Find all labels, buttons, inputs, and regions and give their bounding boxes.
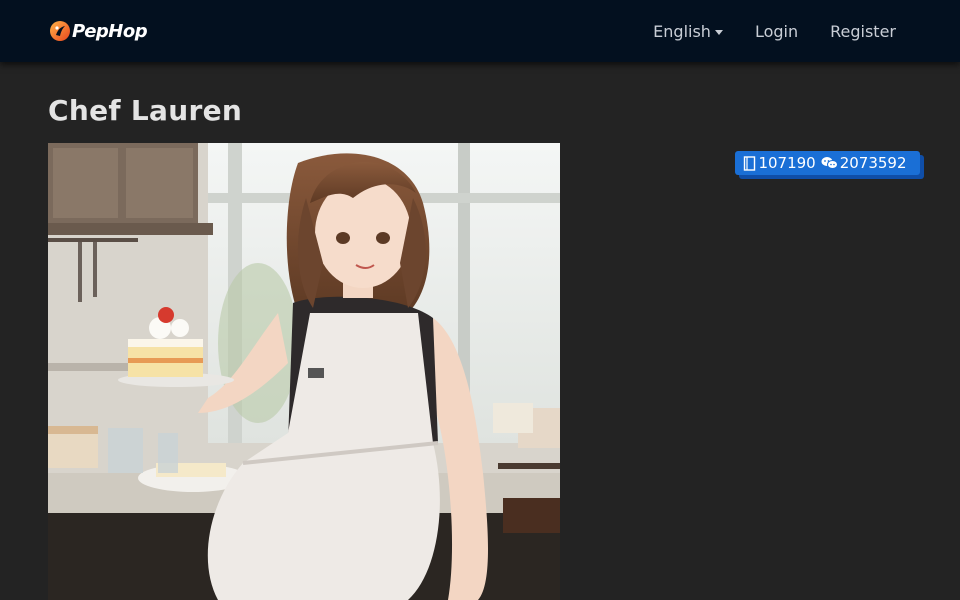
chat-count: 2073592 — [839, 154, 907, 172]
brand-logo-link[interactable]: PepHop — [49, 19, 148, 43]
page-title: Chef Lauren — [48, 94, 243, 127]
login-link[interactable]: Login — [755, 22, 798, 41]
stats-badge: 107190 2073592 — [735, 151, 920, 175]
chevron-down-icon — [714, 29, 723, 35]
bookmark-icon — [743, 155, 756, 171]
nav-links: English Login Register — [653, 19, 896, 43]
character-portrait-image — [48, 143, 560, 600]
language-label: English — [653, 21, 711, 41]
chat-bubbles-icon — [821, 156, 838, 170]
navbar: PepHop English Login Register — [0, 0, 960, 62]
bookmark-count: 107190 — [758, 154, 816, 172]
register-link[interactable]: Register — [830, 22, 896, 41]
brand-name: PepHop — [72, 20, 148, 42]
language-dropdown[interactable]: English — [653, 22, 723, 41]
pephop-logo-icon — [50, 21, 70, 41]
